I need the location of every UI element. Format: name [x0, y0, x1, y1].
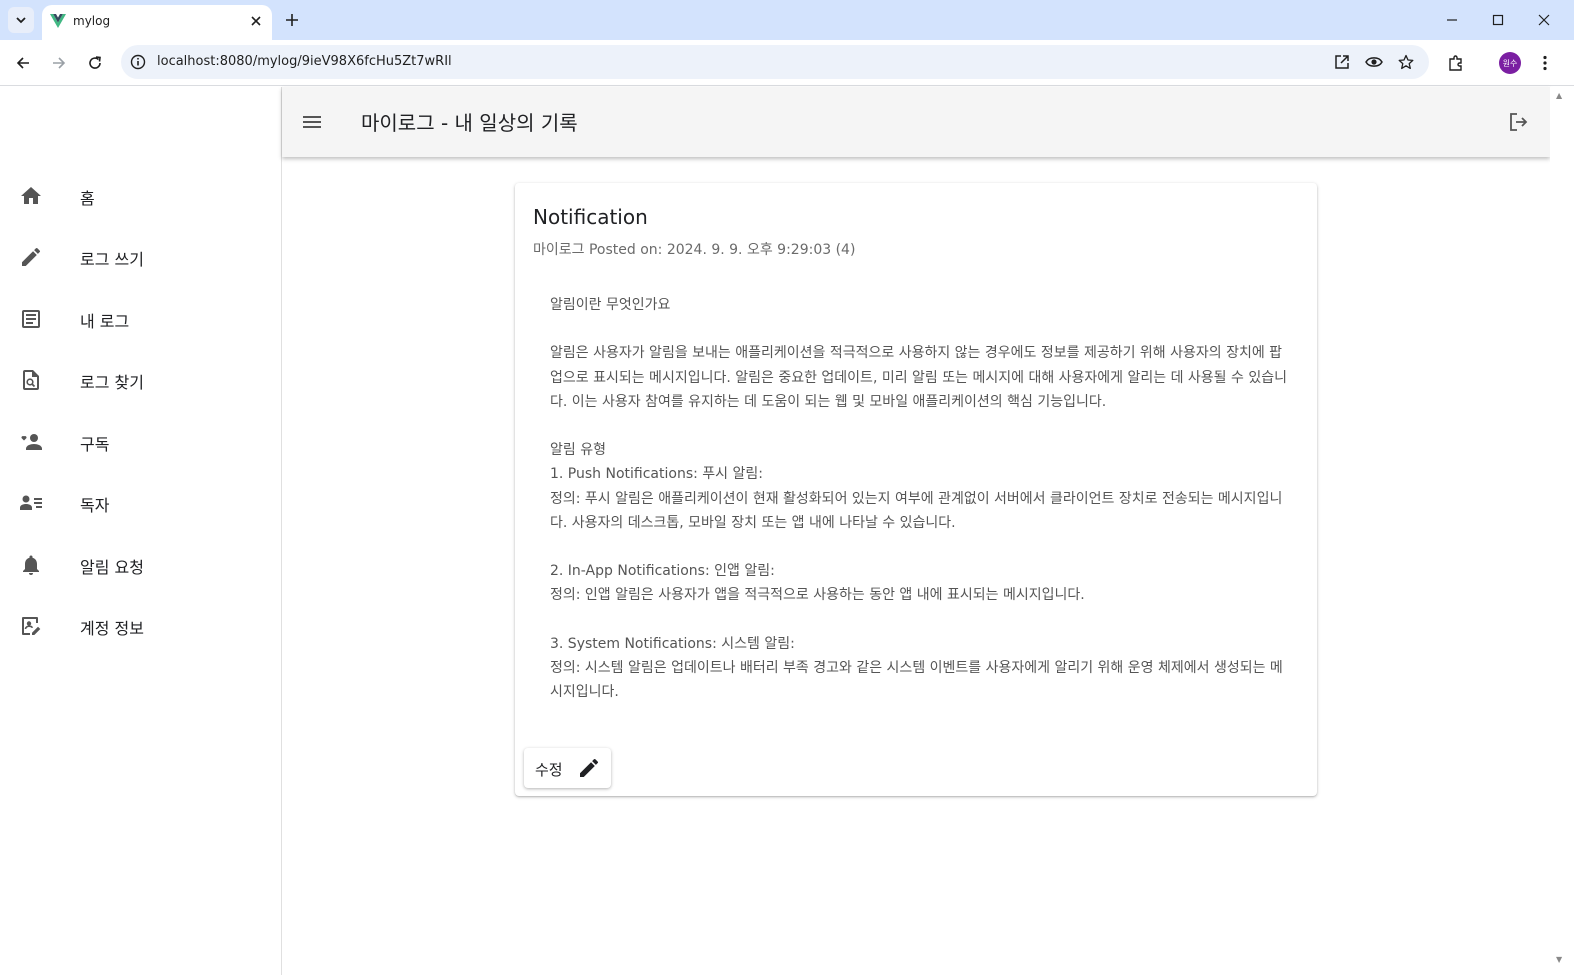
reload-button[interactable]: [83, 51, 107, 75]
post-meta: 마이로그 Posted on: 2024. 9. 9. 오후 9:29:03 (…: [533, 242, 856, 258]
profile-avatar[interactable]: 원수: [1499, 52, 1521, 74]
site-info-button[interactable]: [129, 53, 147, 71]
sidebar-item-my-logs[interactable]: 내 로그: [0, 295, 281, 343]
sidebar-item-label: 로그 찾기: [80, 373, 144, 392]
address-bar[interactable]: localhost:8080/mylog/9ieV98X6fcHu5Zt7wRI…: [121, 45, 1429, 79]
find-document-icon: [23, 370, 39, 390]
maximize-button[interactable]: [1486, 8, 1510, 32]
sidebar-item-label: 구독: [80, 435, 110, 454]
sidebar-item-label: 로그 쓰기: [80, 250, 144, 269]
sidebar-item-subscriptions[interactable]: 구독: [0, 418, 281, 466]
visibility-button[interactable]: [1364, 52, 1384, 72]
tab-title: mylog: [73, 14, 111, 28]
close-icon: [251, 16, 261, 26]
page-title: 마이로그 - 내 일상의 기록: [361, 111, 578, 135]
edit-button[interactable]: 수정: [524, 748, 611, 788]
sidebar-item-find-logs[interactable]: 로그 찾기: [0, 356, 281, 404]
sidebar-item-label: 내 로그: [80, 312, 130, 331]
browser-tab-strip: mylog: [0, 0, 1574, 40]
sidebar-item-label: 계정 정보: [80, 619, 144, 638]
sidebar-item-label: 홈: [80, 189, 95, 208]
post-title: Notification: [533, 205, 648, 229]
app-bar: 마이로그 - 내 일상의 기록: [282, 87, 1550, 157]
close-window-button[interactable]: [1532, 8, 1556, 32]
article-icon: [22, 310, 40, 328]
home-icon: [21, 187, 41, 204]
post-body: 알림이란 무엇인가요 알림은 사용자가 알림을 보내는 애플리케이션을 적극적으…: [550, 297, 1287, 701]
url-text: localhost:8080/mylog/9ieV98X6fcHu5Zt7wRI…: [157, 54, 452, 69]
browser-tab[interactable]: mylog: [42, 5, 272, 40]
more-vert-icon: [1543, 55, 1547, 71]
scroll-down-arrow-icon[interactable]: ▼: [1556, 955, 1562, 964]
sidebar-item-home[interactable]: 홈: [0, 172, 281, 220]
menu-icon[interactable]: [300, 110, 324, 134]
pencil-icon: [22, 247, 41, 266]
scroll-up-arrow-icon[interactable]: ▲: [1556, 91, 1562, 100]
minimize-icon: [1447, 19, 1457, 21]
edit-button-label: 수정: [535, 761, 563, 779]
tab-close-button[interactable]: [248, 13, 264, 29]
people-icon: [21, 434, 42, 450]
plus-icon: [286, 14, 298, 26]
browser-menu-button[interactable]: [1533, 51, 1557, 75]
account-edit-icon: [22, 617, 41, 635]
open-in-app-button[interactable]: [1332, 52, 1352, 72]
eye-icon: [1365, 57, 1383, 67]
forward-button[interactable]: [47, 51, 71, 75]
post-card: Notification 마이로그 Posted on: 2024. 9. 9.…: [515, 183, 1317, 796]
sidebar-item-label: 알림 요청: [80, 558, 144, 577]
readers-list-icon: [20, 495, 42, 510]
maximize-icon: [1492, 14, 1504, 26]
sidebar-item-readers[interactable]: 독자: [0, 479, 281, 527]
logout-icon[interactable]: [1506, 110, 1530, 134]
reload-icon: [89, 56, 101, 69]
puzzle-icon: [1449, 55, 1462, 71]
tab-search-button[interactable]: [8, 7, 34, 33]
page-scrollbar[interactable]: ▲ ▼: [1550, 87, 1574, 975]
new-tab-button[interactable]: [282, 10, 302, 30]
sidebar-item-account-info[interactable]: 계정 정보: [0, 602, 281, 650]
bookmark-button[interactable]: [1396, 52, 1416, 72]
sidebar-nav: 홈 로그 쓰기 내 로그 로그 찾기 구독 독자 알림 요청 계정 정보: [0, 87, 282, 975]
arrow-right-icon: [53, 57, 66, 69]
browser-toolbar: localhost:8080/mylog/9ieV98X6fcHu5Zt7wRI…: [0, 40, 1574, 86]
info-icon: [130, 54, 146, 70]
sidebar-item-notification-requests[interactable]: 알림 요청: [0, 541, 281, 589]
minimize-button[interactable]: [1440, 8, 1464, 32]
star-icon: [1398, 54, 1414, 70]
chevron-down-icon: [16, 17, 26, 24]
arrow-left-icon: [16, 57, 29, 69]
sidebar-item-label: 독자: [80, 496, 110, 515]
extensions-button[interactable]: [1444, 51, 1468, 75]
close-icon: [1538, 14, 1550, 26]
back-button[interactable]: [11, 51, 35, 75]
open-external-icon: [1335, 55, 1349, 69]
bell-icon: [23, 555, 39, 575]
vue-logo-icon: [50, 14, 66, 28]
sidebar-item-write-log[interactable]: 로그 쓰기: [0, 233, 281, 281]
pencil-icon: [580, 758, 599, 777]
